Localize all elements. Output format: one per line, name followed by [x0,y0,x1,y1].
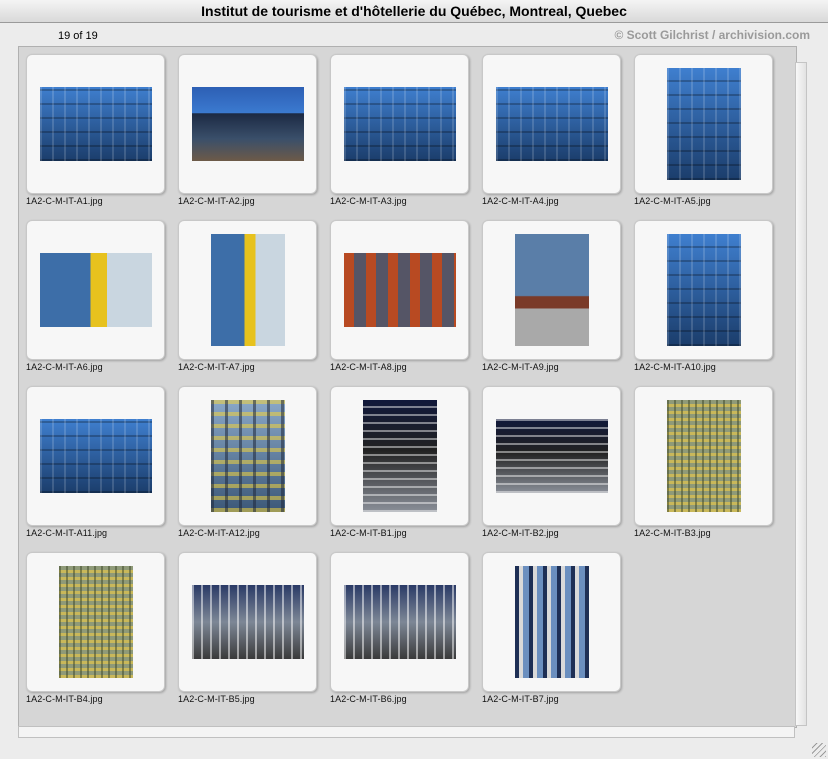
window-title: Institut de tourisme et d'hôtellerie du … [0,0,828,23]
thumbnail-filename: 1A2-C-M-IT-B5.jpg [178,694,255,704]
thumbnail-image[interactable] [40,253,152,327]
thumbnail-image[interactable] [192,585,304,659]
thumbnail-filename: 1A2-C-M-IT-A10.jpg [634,362,716,372]
image-count: 19 of 19 [58,30,98,42]
slide-mount[interactable] [634,386,773,526]
thumbnail-filename: 1A2-C-M-IT-A11.jpg [26,528,108,538]
thumbnail-filename: 1A2-C-M-IT-A4.jpg [482,196,559,206]
slide-mount[interactable] [330,552,469,692]
thumbnail-filename: 1A2-C-M-IT-B7.jpg [482,694,559,704]
thumbnail-image[interactable] [667,234,741,346]
thumbnail-image[interactable] [40,87,152,161]
thumbnail-image[interactable] [667,400,741,512]
slide-mount[interactable] [634,54,773,194]
thumbnail-filename: 1A2-C-M-IT-A8.jpg [330,362,407,372]
slide-mount[interactable] [26,552,165,692]
thumbnail-image[interactable] [344,253,456,327]
thumbnail-image[interactable] [667,68,741,180]
slide-mount[interactable] [178,552,317,692]
slide-mount[interactable] [178,386,317,526]
thumbnail-filename: 1A2-C-M-IT-A12.jpg [178,528,260,538]
thumbnail-image[interactable] [515,566,589,678]
thumbnail-filename: 1A2-C-M-IT-A1.jpg [26,196,103,206]
thumbnail-item[interactable]: 1A2-C-M-IT-B2.jpg [480,385,632,551]
thumbnail-item[interactable]: 1A2-C-M-IT-A5.jpg [632,53,784,219]
slide-mount[interactable] [482,54,621,194]
slide-mount[interactable] [482,552,621,692]
thumbnail-item[interactable]: 1A2-C-M-IT-A4.jpg [480,53,632,219]
slide-mount[interactable] [634,220,773,360]
thumbnail-image[interactable] [344,585,456,659]
thumbnail-item[interactable]: 1A2-C-M-IT-B1.jpg [328,385,480,551]
thumbnail-item[interactable]: 1A2-C-M-IT-B6.jpg [328,551,480,717]
header-bar: 19 of 19 © Scott Gilchrist / archivision… [0,24,828,46]
thumbnail-image[interactable] [40,419,152,493]
thumbnail-image[interactable] [496,419,608,493]
thumbnail-item[interactable]: 1A2-C-M-IT-A6.jpg [24,219,176,385]
thumbnail-filename: 1A2-C-M-IT-A3.jpg [330,196,407,206]
thumbnail-item[interactable]: 1A2-C-M-IT-A2.jpg [176,53,328,219]
slide-mount[interactable] [330,220,469,360]
thumbnail-filename: 1A2-C-M-IT-A5.jpg [634,196,711,206]
thumbnail-item[interactable]: 1A2-C-M-IT-A8.jpg [328,219,480,385]
thumbnail-grid: 1A2-C-M-IT-A1.jpg 1A2-C-M-IT-A2.jpg 1A2-C-… [24,53,784,713]
copyright-credit: © Scott Gilchrist / archivision.com [614,28,810,42]
thumbnail-image[interactable] [496,87,608,161]
thumbnail-image[interactable] [344,87,456,161]
thumbnail-image[interactable] [363,400,437,512]
thumbnail-filename: 1A2-C-M-IT-B1.jpg [330,528,407,538]
thumbnail-item[interactable]: 1A2-C-M-IT-A11.jpg [24,385,176,551]
slide-mount[interactable] [26,54,165,194]
thumbnail-item[interactable]: 1A2-C-M-IT-A9.jpg [480,219,632,385]
thumbnail-filename: 1A2-C-M-IT-A6.jpg [26,362,103,372]
thumbnail-item[interactable]: 1A2-C-M-IT-A1.jpg [24,53,176,219]
thumbnail-image[interactable] [59,566,133,678]
thumbnail-filename: 1A2-C-M-IT-B4.jpg [26,694,103,704]
thumbnail-item[interactable]: 1A2-C-M-IT-B7.jpg [480,551,632,717]
horizontal-scrollbar[interactable] [18,726,795,738]
slide-mount[interactable] [178,54,317,194]
thumbnail-item[interactable]: 1A2-C-M-IT-B4.jpg [24,551,176,717]
thumbnail-image[interactable] [211,234,285,346]
vertical-scrollbar[interactable] [795,62,807,726]
thumbnail-item[interactable]: 1A2-C-M-IT-A3.jpg [328,53,480,219]
slide-mount[interactable] [26,386,165,526]
slide-mount[interactable] [26,220,165,360]
thumbnail-item[interactable]: 1A2-C-M-IT-A7.jpg [176,219,328,385]
thumbnail-filename: 1A2-C-M-IT-B6.jpg [330,694,407,704]
thumbnail-image[interactable] [211,400,285,512]
thumbnail-filename: 1A2-C-M-IT-A9.jpg [482,362,559,372]
resize-grip-icon[interactable] [812,743,826,757]
thumbnail-filename: 1A2-C-M-IT-B3.jpg [634,528,711,538]
slide-mount[interactable] [330,54,469,194]
thumbnail-image[interactable] [515,234,589,346]
thumbnail-item[interactable]: 1A2-C-M-IT-B5.jpg [176,551,328,717]
thumbnail-item[interactable]: 1A2-C-M-IT-A12.jpg [176,385,328,551]
thumbnail-filename: 1A2-C-M-IT-A2.jpg [178,196,255,206]
thumbnail-image[interactable] [192,87,304,161]
slide-mount[interactable] [178,220,317,360]
slide-mount[interactable] [482,386,621,526]
thumbnail-item[interactable]: 1A2-C-M-IT-A10.jpg [632,219,784,385]
slide-mount[interactable] [330,386,469,526]
thumbnail-filename: 1A2-C-M-IT-B2.jpg [482,528,559,538]
slide-mount[interactable] [482,220,621,360]
thumbnail-item[interactable]: 1A2-C-M-IT-B3.jpg [632,385,784,551]
thumbnail-filename: 1A2-C-M-IT-A7.jpg [178,362,255,372]
